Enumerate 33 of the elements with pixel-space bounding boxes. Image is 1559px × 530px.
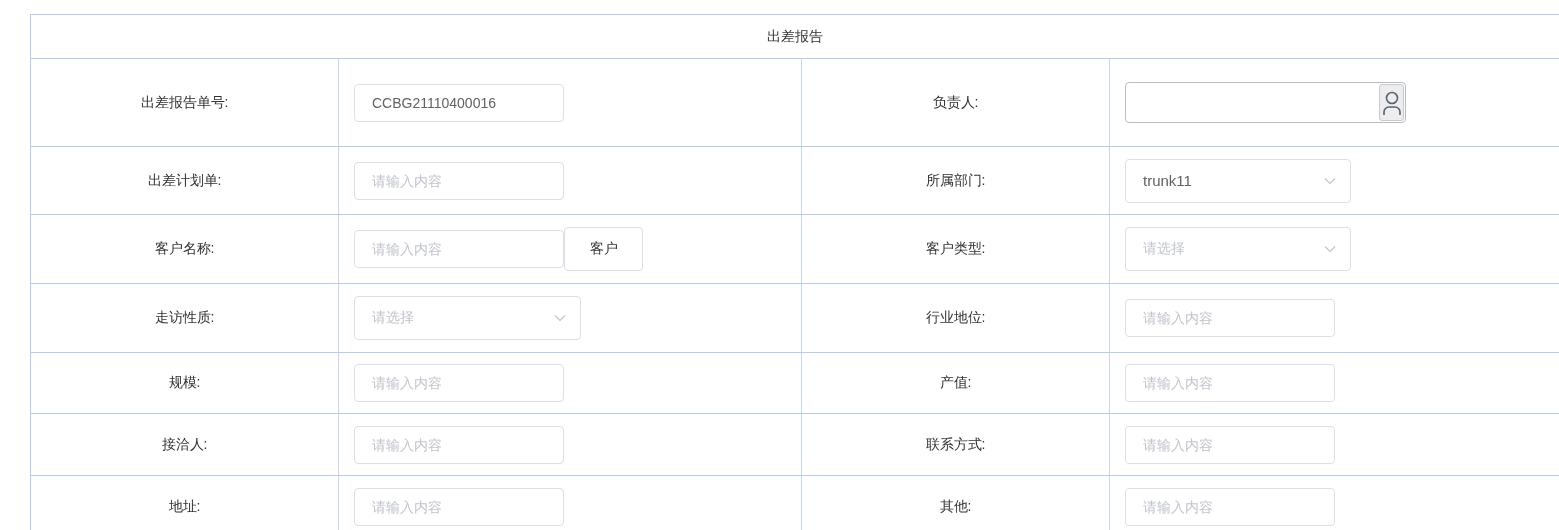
chevron-down-icon xyxy=(1324,176,1336,185)
text-field[interactable]: 请输入内容 xyxy=(354,487,564,526)
field-label: 走访性质: xyxy=(154,309,215,327)
field-label: 联系方式: xyxy=(925,435,986,454)
field-label: 行业地位: xyxy=(925,309,986,327)
text-field[interactable]: 请输入内容 xyxy=(354,425,564,464)
chevron-down-icon xyxy=(554,314,566,322)
text-field[interactable]: 请输入内容 xyxy=(354,161,564,200)
chevron-down-icon xyxy=(1324,245,1336,253)
text-field[interactable]: 请输入内容 xyxy=(1125,299,1335,337)
field-label: 所属部门: xyxy=(925,171,986,190)
text-field[interactable]: 请输入内容 xyxy=(1125,487,1335,526)
field-label: 产值: xyxy=(939,374,972,392)
text-field[interactable]: 请输入内容 xyxy=(354,364,564,402)
user-icon xyxy=(1381,89,1402,116)
form-title: 出差报告 xyxy=(767,27,823,46)
field-label: 出差计划单: xyxy=(147,171,222,190)
field-label: 地址: xyxy=(168,497,201,516)
text-field[interactable]: 请输入内容 xyxy=(1125,364,1335,402)
text-field[interactable]: 请输入内容 xyxy=(354,230,564,268)
field-label: 出差报告单号: xyxy=(140,93,229,112)
field-label: 规模: xyxy=(168,374,201,392)
field-label: 接洽人: xyxy=(161,435,208,454)
person-picker-button[interactable] xyxy=(1379,84,1404,121)
text-field[interactable]: 请输入内容 xyxy=(1125,425,1335,464)
person-picker-field[interactable] xyxy=(1125,82,1406,123)
field-label: 其他: xyxy=(939,497,972,516)
field-label: 客户名称: xyxy=(154,240,215,258)
field-label: 负责人: xyxy=(932,93,979,112)
text-field[interactable]: CCBG21110400016 xyxy=(354,83,564,122)
select-field[interactable]: trunk11 xyxy=(1125,158,1351,203)
customer-button[interactable]: 客户 xyxy=(564,227,643,271)
field-label: 客户类型: xyxy=(925,240,986,258)
